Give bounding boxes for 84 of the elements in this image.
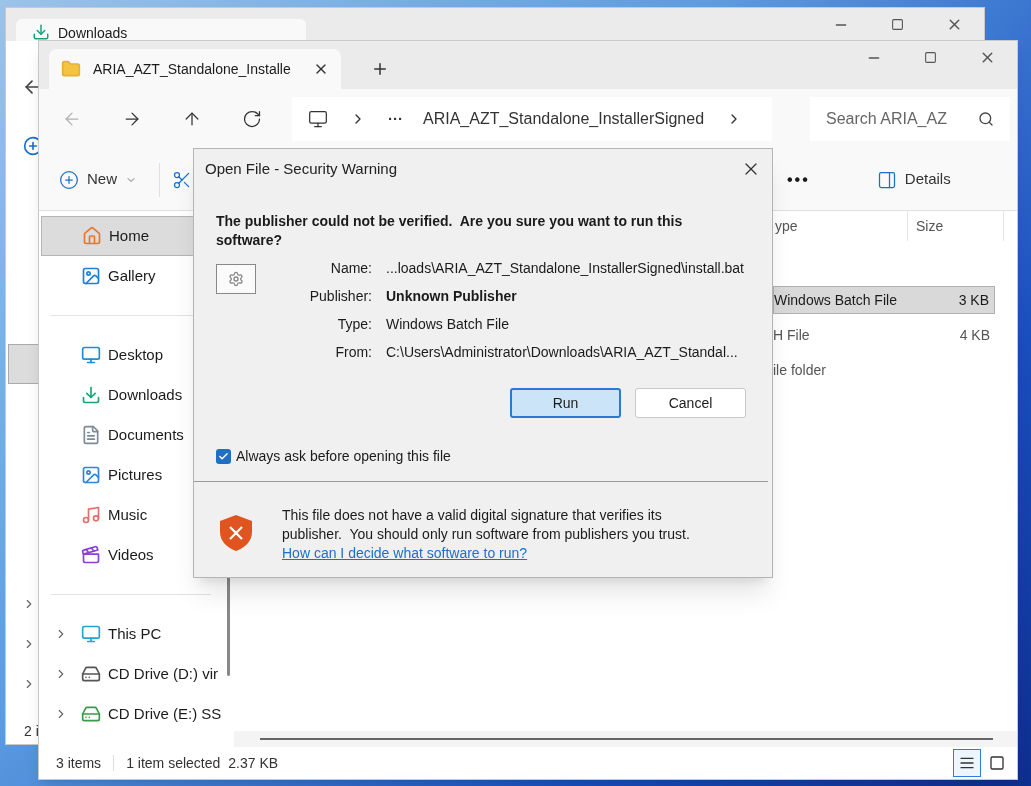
drive-icon: [81, 664, 101, 684]
list-icon: [959, 755, 975, 771]
type-cell-text: Windows Batch File: [774, 290, 898, 310]
drive-icon: [81, 704, 101, 724]
sidebar-label: This PC: [108, 623, 162, 644]
status-text: 2 i: [24, 722, 39, 741]
scrollbar-thumb[interactable]: [260, 738, 993, 740]
search-icon: [978, 111, 994, 127]
column-header[interactable]: ype: [775, 211, 908, 241]
field-label: Type:: [336, 315, 372, 333]
download-icon: [81, 385, 101, 405]
size-cell-text: 3 KB: [958, 290, 990, 310]
video-icon: [81, 545, 101, 565]
sidebar-label: Music: [108, 504, 148, 525]
field-label: Publisher:: [308, 287, 372, 305]
square-icon: [989, 755, 1005, 771]
field-value: ...loads\ARIA_AZT_Standalone_InstallerSigned\install.bat: [386, 259, 744, 277]
document-icon: [81, 425, 101, 445]
cancel-button[interactable]: Cancel: [635, 388, 746, 418]
sidebar-label: CD Drive (E:) SS: [108, 703, 222, 724]
checkbox[interactable]: [216, 449, 231, 464]
gallery-icon: [81, 266, 101, 286]
new-tab-icon[interactable]: [371, 60, 389, 78]
more-button[interactable]: •••: [787, 167, 810, 192]
column-header[interactable]: Size: [908, 211, 1004, 241]
sidebar-item[interactable]: CD Drive (D:) vir: [41, 654, 223, 694]
field-value: Windows Batch File: [386, 315, 510, 333]
run-button[interactable]: Run: [510, 388, 621, 418]
sidebar-label: Home: [109, 225, 149, 246]
field-label: Name:: [329, 259, 372, 277]
scissors-icon[interactable]: [172, 169, 192, 190]
field-value: C:\Users\Administrator\Downloads\ARIA_AZT_Standal...: [386, 343, 739, 361]
selection-highlight: [8, 344, 39, 384]
picture-icon: [81, 465, 101, 485]
file-row[interactable]: H File 4 KB: [773, 321, 995, 349]
sidebar-item[interactable]: CD Drive (E:) SS: [41, 694, 223, 734]
size-cell-text: 4 KB: [959, 325, 991, 345]
maximize-icon[interactable]: [891, 18, 904, 31]
sidebar-item[interactable]: This PC: [41, 614, 223, 654]
sidebar-label: CD Drive (D:) vir: [108, 663, 218, 684]
sidebar-label: Desktop: [108, 344, 164, 365]
sidebar-label: Videos: [108, 544, 154, 565]
sidebar-label: Documents: [108, 424, 184, 445]
sidebar-label: Downloads: [108, 384, 183, 405]
selection-size: 2.37 KB: [228, 753, 279, 773]
new-button[interactable]: New: [59, 168, 137, 191]
sidebar-label: Gallery: [108, 265, 156, 286]
details-view-button[interactable]: [953, 749, 981, 777]
help-link[interactable]: How can I decide what software to run?: [282, 545, 528, 561]
folder-icon: [61, 59, 81, 79]
panel-icon: [876, 169, 897, 190]
checkbox-label: Always ask before opening this file: [236, 447, 451, 466]
add-icon[interactable]: [23, 136, 38, 156]
download-icon: [32, 23, 50, 41]
maximize-icon[interactable]: [924, 51, 937, 64]
search-field[interactable]: Search ARIA_AZ: [810, 97, 1010, 141]
window-tab[interactable]: ARIA_AZT_Standalone_Installe: [49, 49, 341, 89]
tab-label: Downloads: [58, 24, 128, 43]
add-icon: [59, 169, 79, 190]
details-button[interactable]: Details: [876, 168, 951, 191]
file-row[interactable]: ile folder: [773, 356, 995, 384]
file-row[interactable]: Windows Batch File 3 KB: [773, 286, 995, 314]
shield-icon: [218, 514, 254, 552]
path-segment[interactable]: ARIA_AZT_Standalone_InstallerSigned: [423, 107, 705, 131]
music-icon: [81, 505, 101, 525]
window-tab[interactable]: Downloads: [16, 19, 306, 41]
monitor-icon: [308, 109, 328, 129]
check-icon: [218, 451, 229, 462]
file-icon: [216, 264, 256, 294]
path-overflow[interactable]: ···: [388, 107, 403, 131]
type-cell-text: ile folder: [773, 360, 827, 380]
warning-text: This file does not have a valid digital signature that verifies its publisher. You should only run software from publishers you trust.: [282, 507, 690, 542]
field-value: Unknown Publisher: [386, 287, 518, 305]
monitor-icon: [81, 624, 101, 644]
selection-count: 1 item selected: [126, 753, 221, 773]
home-icon: [82, 226, 102, 246]
type-cell-text: H File: [773, 325, 811, 345]
sidebar-label: Pictures: [108, 464, 163, 485]
field-label: From:: [334, 343, 372, 361]
item-count: 3 items: [56, 753, 102, 773]
desktop-icon: [81, 345, 101, 365]
tab-label: ARIA_AZT_Standalone_Installe: [93, 59, 291, 79]
address-bar[interactable]: ··· ARIA_AZT_Standalone_InstallerSigned: [292, 97, 772, 141]
dialog-title: Open File - Security Warning: [205, 158, 397, 179]
